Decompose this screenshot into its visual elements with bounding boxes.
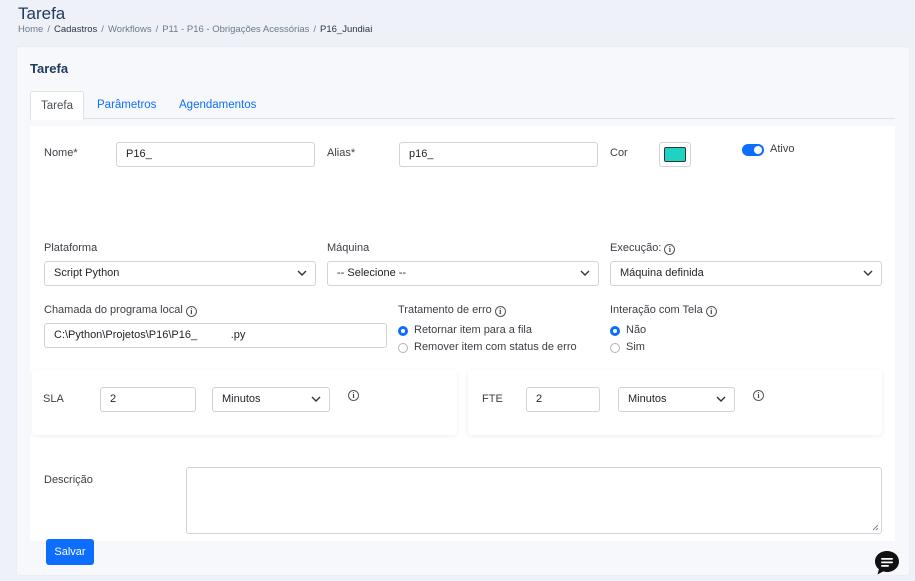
nome-label: Nome* bbox=[44, 147, 78, 159]
save-button[interactable]: Salvar bbox=[46, 539, 94, 565]
breadcrumb-cadastros[interactable]: Cadastros bbox=[54, 24, 97, 35]
fte-label: FTE bbox=[482, 393, 503, 405]
info-icon[interactable]: i bbox=[753, 390, 764, 401]
tabs: Tarefa Parâmetros Agendamentos bbox=[30, 91, 895, 120]
sla-card: SLA 2 Minutos i bbox=[32, 370, 457, 435]
chevron-down-icon bbox=[716, 396, 726, 402]
chamada-input[interactable]: C:\Python\Projetos\P16\P16_ .py bbox=[44, 323, 387, 348]
maquina-select[interactable]: -- Selecione -- bbox=[327, 261, 599, 286]
fte-unit-select[interactable]: Minutos bbox=[618, 387, 735, 412]
color-swatch bbox=[664, 147, 686, 162]
execucao-value: Máquina definida bbox=[620, 267, 704, 279]
page-title: Tarefa bbox=[18, 4, 66, 23]
tab-panel-tarefa: Nome* P16_ Alias* p16_ Cor Ativo Platafo… bbox=[30, 126, 895, 541]
info-icon[interactable]: i bbox=[185, 306, 197, 317]
alias-input[interactable]: p16_ bbox=[399, 142, 598, 167]
fte-unit-value: Minutos bbox=[628, 393, 667, 405]
tab-agendamentos[interactable]: Agendamentos bbox=[169, 91, 266, 119]
sla-input[interactable]: 2 bbox=[100, 387, 196, 412]
breadcrumb-home[interactable]: Home bbox=[18, 24, 43, 35]
radio-sim-label: Sim bbox=[626, 341, 645, 353]
sla-unit-select[interactable]: Minutos bbox=[212, 387, 330, 412]
radio-remover-item[interactable] bbox=[398, 343, 408, 353]
tab-tarefa[interactable]: Tarefa bbox=[30, 91, 84, 120]
execucao-label-wrap: Execução: i bbox=[610, 242, 676, 255]
alias-label: Alias* bbox=[327, 147, 356, 159]
chevron-down-icon bbox=[863, 270, 873, 276]
sla-label: SLA bbox=[43, 393, 64, 405]
color-picker[interactable] bbox=[659, 142, 691, 167]
plataforma-label: Plataforma bbox=[44, 242, 98, 254]
descricao-textarea[interactable] bbox=[186, 467, 882, 534]
breadcrumb-workflows[interactable]: Workflows bbox=[108, 24, 152, 35]
execucao-select[interactable]: Máquina definida bbox=[610, 261, 882, 286]
execucao-label: Execução: bbox=[610, 242, 662, 254]
chevron-down-icon bbox=[580, 270, 590, 276]
fte-card: FTE 2 Minutos i bbox=[468, 370, 882, 435]
toggle-knob bbox=[754, 146, 762, 154]
sla-unit-value: Minutos bbox=[222, 393, 261, 405]
ativo-label: Ativo bbox=[770, 143, 795, 155]
tab-parametros[interactable]: Parâmetros bbox=[87, 91, 166, 119]
info-icon[interactable]: i bbox=[494, 306, 506, 317]
radio-retornar-fila[interactable] bbox=[398, 326, 408, 336]
radio-nao[interactable] bbox=[610, 326, 620, 336]
resize-handle-icon[interactable] bbox=[872, 524, 879, 531]
interacao-label-wrap: Interação com Tela i bbox=[610, 304, 717, 317]
tratamento-label: Tratamento de erro bbox=[398, 304, 492, 316]
chamada-label-wrap: Chamada do programa local i bbox=[44, 304, 197, 317]
maquina-value: -- Selecione -- bbox=[337, 267, 407, 279]
radio-remover-item-label: Remover item com status de erro bbox=[414, 341, 577, 353]
info-icon[interactable]: i bbox=[705, 306, 717, 317]
breadcrumb-workflow-p11-p16[interactable]: P11 - P16 - Obrigações Acessórias bbox=[162, 24, 309, 35]
info-icon[interactable]: i bbox=[664, 244, 676, 255]
chamada-label: Chamada do programa local bbox=[44, 304, 183, 316]
breadcrumb: Home / Cadastros / Workflows / P11 - P16 - Obr… bbox=[18, 24, 373, 35]
interacao-label: Interação com Tela bbox=[610, 304, 703, 316]
radio-retornar-fila-label: Retornar item para a fila bbox=[414, 324, 532, 336]
task-card: Tarefa Tarefa Parâmetros Agendamentos No… bbox=[17, 47, 909, 575]
ativo-toggle[interactable] bbox=[742, 144, 764, 156]
cor-label: Cor bbox=[610, 147, 628, 159]
fte-input[interactable]: 2 bbox=[526, 387, 600, 412]
chevron-down-icon bbox=[297, 270, 307, 276]
info-icon[interactable]: i bbox=[348, 390, 359, 401]
radio-sim[interactable] bbox=[610, 343, 620, 353]
descricao-label: Descrição bbox=[44, 474, 93, 486]
radio-nao-label: Não bbox=[626, 324, 647, 336]
nome-input[interactable]: P16_ bbox=[116, 142, 315, 167]
maquina-label: Máquina bbox=[327, 242, 370, 254]
plataforma-value: Script Python bbox=[54, 267, 120, 279]
breadcrumb-current: P16_Jundiai bbox=[320, 24, 373, 35]
chat-icon[interactable] bbox=[873, 549, 901, 577]
card-title: Tarefa bbox=[30, 61, 69, 76]
chevron-down-icon bbox=[311, 396, 321, 402]
tratamento-label-wrap: Tratamento de erro i bbox=[398, 304, 506, 317]
plataforma-select[interactable]: Script Python bbox=[44, 261, 316, 286]
